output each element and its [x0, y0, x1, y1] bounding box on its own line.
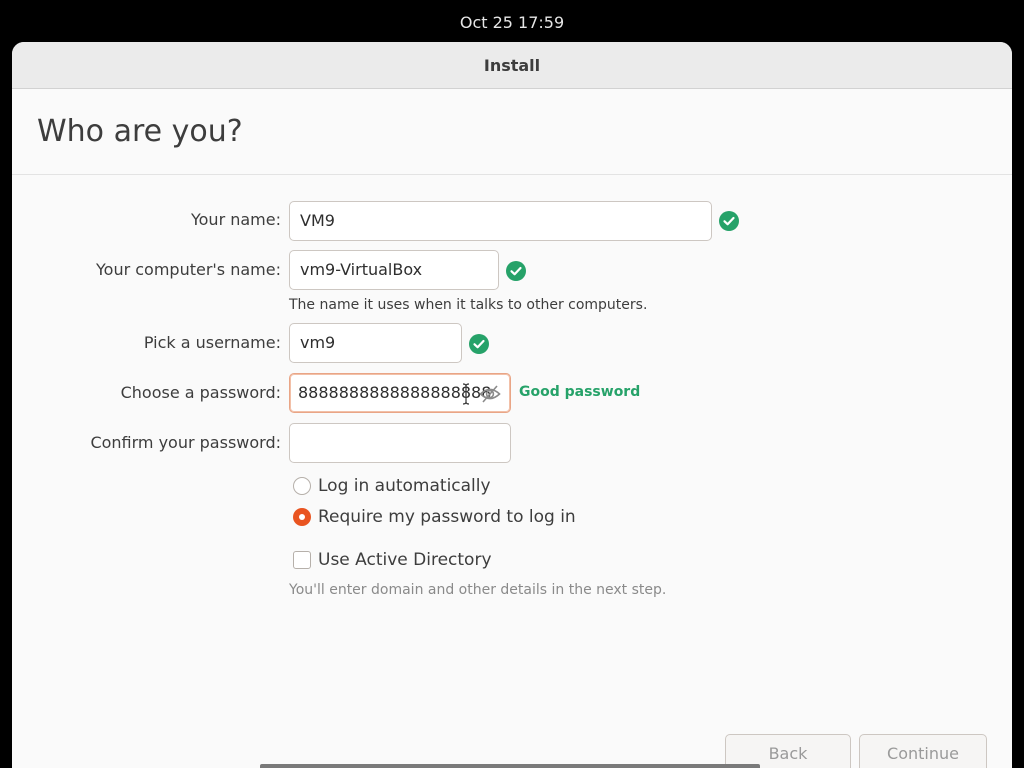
- system-top-bar: Oct 25 17:59: [0, 0, 1024, 46]
- auto-login-label: Log in automatically: [318, 476, 491, 496]
- back-button[interactable]: Back: [725, 734, 851, 768]
- password-strength-label: Good password: [519, 384, 641, 400]
- screen-bottom-edge: [260, 764, 760, 768]
- installer-window: Install Who are you? Your name: VM9 Your…: [12, 42, 1012, 768]
- active-directory-checkbox-option[interactable]: Use Active Directory: [293, 550, 492, 570]
- require-password-label: Require my password to log in: [318, 507, 576, 527]
- computer-name-valid-check-icon: [506, 261, 526, 281]
- window-title: Install: [483, 56, 541, 75]
- eye-slash-icon[interactable]: [478, 382, 502, 406]
- active-directory-checkbox[interactable]: [293, 551, 311, 569]
- username-label: Pick a username:: [143, 333, 281, 352]
- auto-login-radio-button[interactable]: [293, 477, 311, 495]
- page-heading: Who are you?: [37, 114, 243, 149]
- window-titlebar: Install: [12, 42, 1012, 89]
- auto-login-radio-option[interactable]: Log in automatically: [293, 476, 491, 496]
- heading-divider: [12, 174, 1012, 175]
- system-clock[interactable]: Oct 25 17:59: [0, 13, 1024, 32]
- username-field[interactable]: vm9: [289, 323, 462, 363]
- text-cursor-icon: [462, 383, 470, 405]
- active-directory-label: Use Active Directory: [318, 550, 492, 570]
- computer-name-label: Your computer's name:: [96, 260, 281, 279]
- name-valid-check-icon: [719, 211, 739, 231]
- computer-name-field[interactable]: vm9-VirtualBox: [289, 250, 499, 290]
- your-name-label: Your name:: [190, 210, 281, 229]
- confirm-password-field[interactable]: [289, 423, 511, 463]
- require-password-radio-button[interactable]: [293, 508, 311, 526]
- password-label: Choose a password:: [120, 383, 281, 402]
- confirm-password-label: Confirm your password:: [90, 433, 281, 452]
- username-valid-check-icon: [469, 334, 489, 354]
- active-directory-hint: You'll enter domain and other details in…: [289, 582, 667, 598]
- computer-name-hint: The name it uses when it talks to other …: [289, 297, 648, 313]
- continue-button[interactable]: Continue: [859, 734, 987, 768]
- require-password-radio-option[interactable]: Require my password to log in: [293, 507, 576, 527]
- your-name-field[interactable]: VM9: [289, 201, 712, 241]
